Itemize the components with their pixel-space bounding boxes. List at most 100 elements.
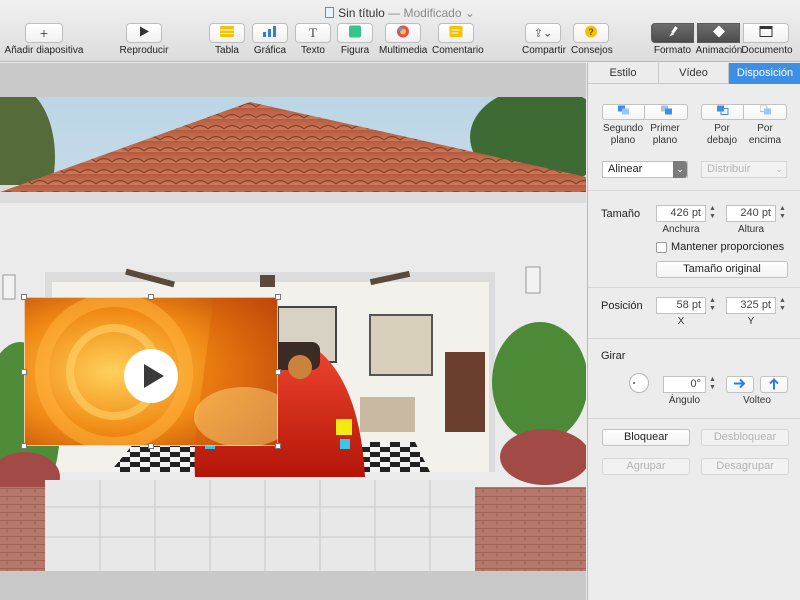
add-slide-label: Añadir diapositiva [4, 45, 84, 56]
shape-icon [349, 25, 361, 41]
resize-handle-top-left[interactable] [21, 294, 27, 300]
tab-video[interactable]: Vídeo [659, 63, 729, 84]
format-button[interactable] [651, 23, 694, 43]
divider [588, 190, 800, 191]
share-icon: ⇪⌄ [533, 27, 553, 40]
inspector-switcher [651, 23, 791, 43]
toolbar: Sin título — Modificado ⌄ + Añadir diapo… [0, 0, 800, 62]
flip-label: Volteo [743, 395, 771, 406]
rotation-dial[interactable] [629, 373, 649, 393]
original-size-button[interactable]: Tamaño original [656, 261, 788, 278]
bring-to-front-icon [661, 105, 673, 119]
resize-handle-bottom[interactable] [148, 443, 154, 449]
text-label: Texto [301, 45, 325, 56]
format-label: Formato [653, 45, 692, 56]
align-dropdown[interactable]: Alinear ⌄ [602, 161, 688, 178]
comment-icon [449, 26, 463, 40]
position-section-label: Posición [601, 300, 643, 312]
height-label: Altura [737, 224, 765, 235]
resize-handle-bottom-right[interactable] [275, 443, 281, 449]
resize-handle-top[interactable] [148, 294, 154, 300]
group-button[interactable]: Agrupar [602, 458, 690, 475]
chevron-down-icon: ⌄ [775, 164, 783, 174]
chart-button[interactable]: Gráfica [252, 23, 288, 56]
paintbrush-icon [667, 26, 679, 41]
chart-label: Gráfica [253, 45, 287, 56]
align-dropdown-value: Alinear [608, 163, 643, 175]
text-button[interactable]: T Texto [295, 23, 331, 56]
position-x-stepper[interactable]: ▲ ▼ [708, 297, 717, 314]
title-separator: — [388, 6, 401, 20]
divider [588, 418, 800, 419]
size-section-label: Tamaño [601, 208, 641, 220]
divider [588, 338, 800, 339]
share-button[interactable]: ⇪⌄ Compartir [522, 23, 566, 56]
position-y-stepper[interactable]: ▲ ▼ [778, 297, 787, 314]
table-label: Tabla [215, 45, 239, 56]
distribute-dropdown[interactable]: Distribuir ⌄ [701, 161, 787, 178]
media-label: Multimedia [379, 45, 428, 56]
rotate-section-label: Girar [601, 350, 626, 362]
animation-button[interactable] [697, 23, 740, 43]
document-name: Sin título [338, 6, 385, 20]
position-y-field[interactable]: 325 pt [726, 297, 776, 314]
text-icon: T [309, 25, 317, 40]
play-button[interactable]: Reproducir [116, 23, 172, 56]
bring-to-front-button[interactable] [646, 105, 688, 119]
document-inspector-icon [759, 26, 773, 40]
bar-chart-icon [263, 26, 277, 40]
format-inspector: Estilo Vídeo Disposición Segundo plano P… [587, 63, 800, 600]
add-slide-button[interactable]: + Añadir diapositiva [4, 23, 84, 56]
document-status: Modificado [403, 6, 462, 20]
width-stepper[interactable]: ▲ ▼ [708, 205, 717, 222]
height-field[interactable]: 240 pt [726, 205, 776, 222]
share-label: Compartir [522, 45, 566, 56]
send-to-back-button[interactable] [603, 105, 645, 119]
flip-vertical-button[interactable] [760, 376, 788, 393]
divider [588, 287, 800, 288]
video-object[interactable] [24, 297, 278, 446]
inspector-tabs: Estilo Vídeo Disposición [588, 63, 800, 84]
shape-button[interactable]: Figura [337, 23, 373, 56]
unlock-button[interactable]: Desbloquear [701, 429, 789, 446]
resize-handle-left[interactable] [21, 369, 27, 375]
tips-button[interactable]: ? Consejos [571, 23, 613, 56]
lock-button[interactable]: Bloquear [602, 429, 690, 446]
flip-horizontal-button[interactable] [726, 376, 754, 393]
plus-icon: + [39, 25, 49, 41]
comment-button[interactable]: Comentario [432, 23, 484, 56]
distribute-dropdown-value: Distribuir [707, 163, 751, 175]
angle-stepper[interactable]: ▲ ▼ [708, 376, 717, 393]
send-backward-button[interactable] [702, 105, 744, 119]
tips-label: Consejos [571, 45, 613, 56]
bring-forward-icon [759, 105, 772, 119]
chevron-down-icon: ⌄ [673, 161, 687, 178]
width-field[interactable]: 426 pt [656, 205, 706, 222]
constrain-proportions-label: Mantener proporciones [671, 241, 785, 253]
resize-handle-right[interactable] [275, 369, 281, 375]
angle-field[interactable]: 0° [663, 376, 706, 393]
document-icon [325, 7, 335, 18]
comment-label: Comentario [432, 45, 484, 56]
tips-icon: ? [585, 25, 597, 41]
tab-style[interactable]: Estilo [588, 63, 659, 84]
slide-canvas[interactable] [0, 97, 586, 571]
bring-forward-button[interactable] [745, 105, 787, 119]
play-triangle-icon [144, 364, 164, 391]
constrain-proportions-checkbox[interactable] [656, 242, 667, 253]
play-overlay-button[interactable] [124, 349, 178, 403]
title-chevron-icon[interactable]: ⌄ [462, 6, 475, 20]
media-button[interactable]: Multimedia [379, 23, 427, 56]
height-stepper[interactable]: ▲ ▼ [778, 205, 787, 222]
resize-handle-bottom-left[interactable] [21, 443, 27, 449]
resize-handle-top-right[interactable] [275, 294, 281, 300]
play-label: Reproducir [119, 45, 169, 56]
tab-arrange[interactable]: Disposición [729, 63, 800, 84]
position-x-field[interactable]: 58 pt [656, 297, 706, 314]
window-title: Sin título — Modificado ⌄ [0, 6, 800, 20]
animation-label: Animación [695, 45, 743, 56]
document-button[interactable] [743, 23, 789, 43]
bring-to-front-label: Primer plano [650, 123, 680, 146]
table-button[interactable]: Tabla [209, 23, 245, 56]
ungroup-button[interactable]: Desagrupar [701, 458, 789, 475]
